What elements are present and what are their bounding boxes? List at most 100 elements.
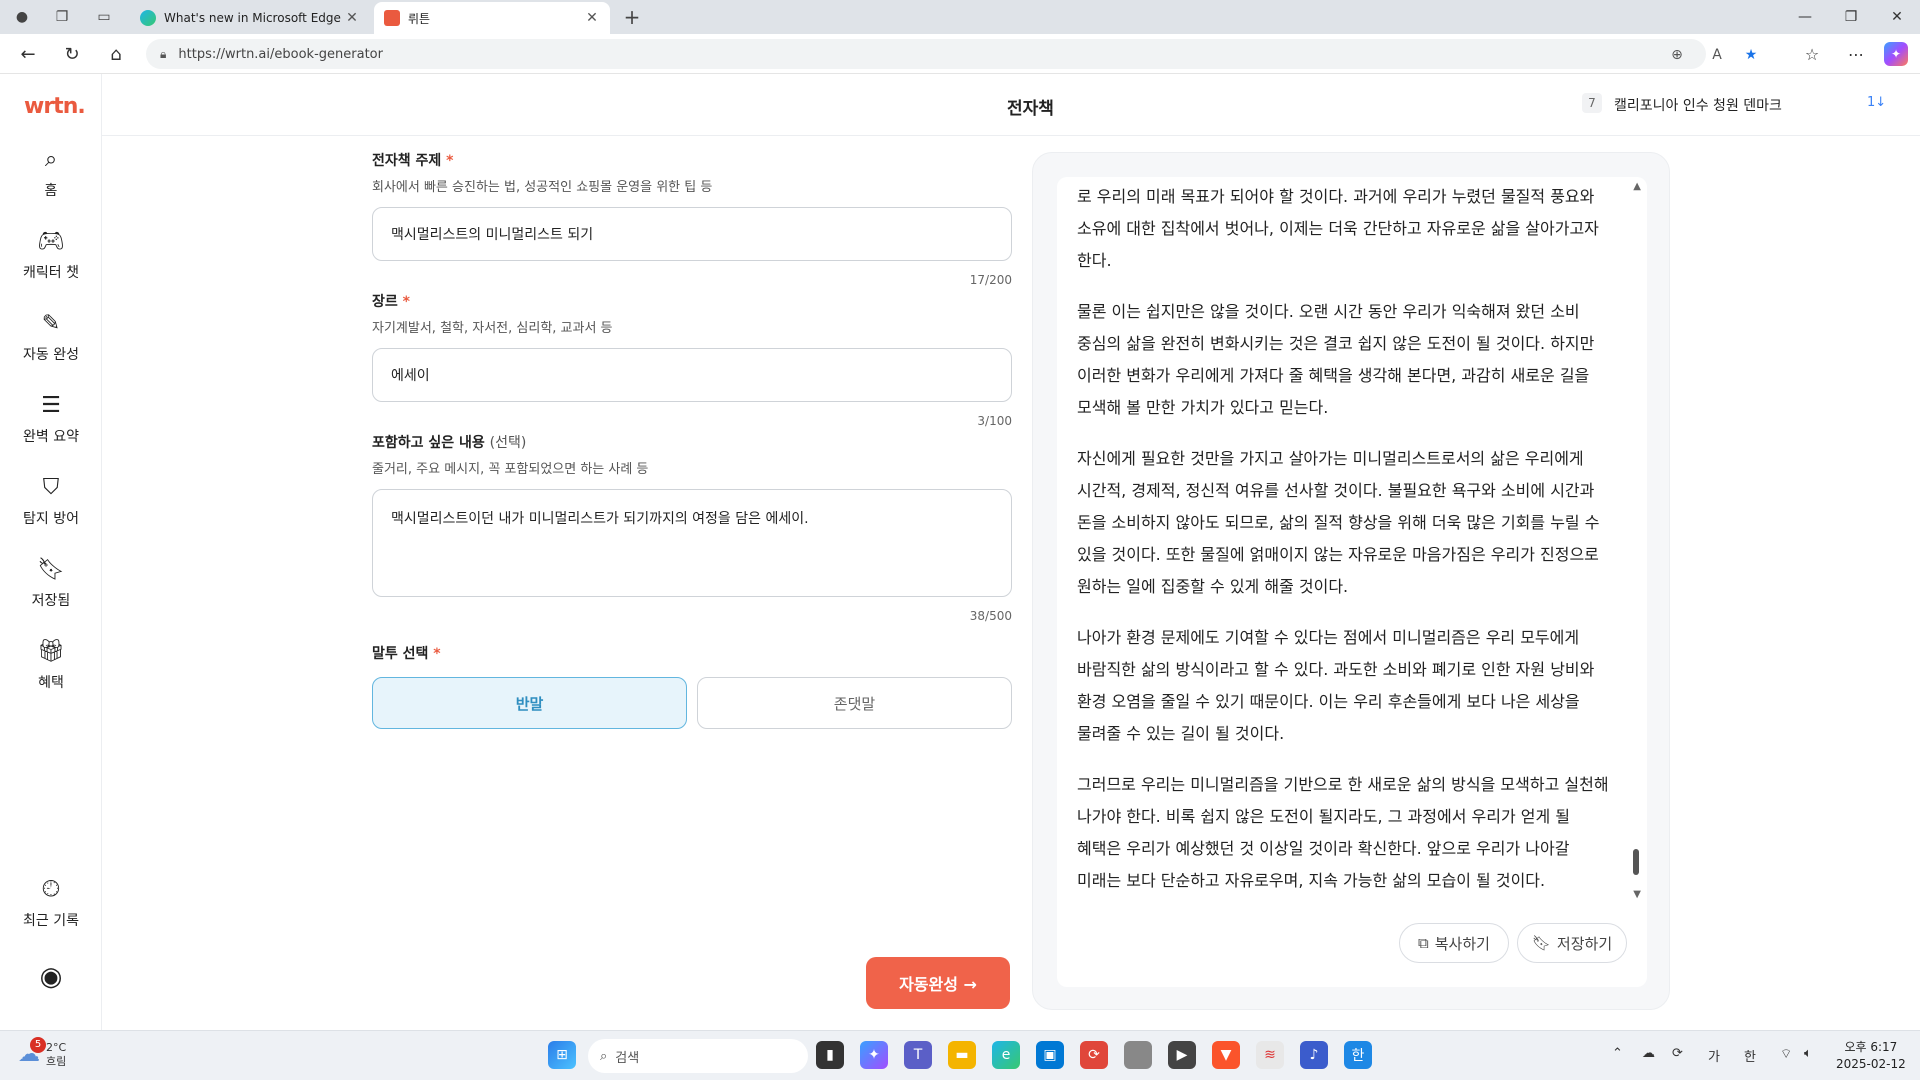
result-paragraph: 나아가 환경 문제에도 기여할 수 있다는 점에서 미니멀리즘은 우리 모두에게… bbox=[1077, 628, 1595, 743]
sidebar-item-label: 완벽 요약 bbox=[23, 429, 79, 445]
new-tab-icon[interactable]: + bbox=[620, 5, 644, 29]
home-icon[interactable]: ⌂ bbox=[104, 42, 128, 66]
bookmark-icon: 🔖︎ bbox=[1531, 934, 1551, 952]
topic-input[interactable]: 맥시멀리스트의 미니멀리스트 되기 bbox=[372, 207, 1012, 261]
profile-button[interactable]: ◉ bbox=[0, 962, 102, 1002]
copy-button[interactable]: ⧉ 복사하기 bbox=[1399, 923, 1509, 963]
app-icon[interactable] bbox=[1124, 1041, 1152, 1069]
media-app-icon[interactable]: ▶ bbox=[1168, 1041, 1196, 1069]
restore-icon[interactable]: ❐ bbox=[1828, 0, 1874, 34]
weather-temp: 2°C bbox=[46, 1041, 67, 1054]
close-icon[interactable]: ✕ bbox=[584, 10, 600, 26]
gamepad-icon: 🎮︎ bbox=[37, 228, 65, 254]
wrtn-favicon-icon bbox=[384, 10, 400, 26]
genre-input[interactable]: 에세이 bbox=[372, 348, 1012, 402]
topic-hint: 회사에서 빠른 승진하는 법, 성공적인 쇼핑몰 운영을 위한 팁 등 bbox=[372, 180, 713, 195]
copy-icon: ⧉ bbox=[1418, 934, 1429, 952]
result-paragraph: 물론 이는 쉽지만은 않을 것이다. 오랜 시간 동안 우리가 익숙해져 왔던 … bbox=[1077, 302, 1595, 417]
more-icon[interactable]: ⋯ bbox=[1844, 42, 1868, 66]
color-app-icon[interactable]: ≋ bbox=[1256, 1041, 1284, 1069]
tone-option-jondaetmal[interactable]: 존댓말 bbox=[697, 677, 1012, 729]
tray-expand-icon[interactable]: ⌃ bbox=[1612, 1046, 1623, 1061]
search-icon: ⌕ bbox=[44, 146, 58, 172]
task-view-icon[interactable]: ▮ bbox=[816, 1041, 844, 1069]
hangul-app-icon[interactable]: 한 bbox=[1344, 1041, 1372, 1069]
teams-icon[interactable]: T bbox=[904, 1041, 932, 1069]
music-app-icon[interactable]: ♪ bbox=[1300, 1041, 1328, 1069]
sidebar-item-autocomplete[interactable]: ✎ 자동 완성 bbox=[0, 308, 102, 378]
taskbar-search[interactable]: ⌕ 검색 bbox=[588, 1039, 808, 1073]
zoom-icon[interactable]: ⊕ bbox=[1666, 44, 1688, 66]
ebook-form: 전자책 주제 * 회사에서 빠른 승진하는 법, 성공적인 쇼핑몰 운영을 위한… bbox=[372, 150, 1012, 729]
result-paragraph: 그러므로 우리는 미니멀리즘을 기반으로 한 새로운 삶의 방식을 모색하고 실… bbox=[1077, 775, 1609, 890]
close-icon[interactable]: ✕ bbox=[344, 10, 360, 26]
sidebar-item-detection-defense[interactable]: ⛉ 탐지 방어 bbox=[0, 472, 102, 542]
onedrive-icon[interactable]: ☁ bbox=[1642, 1046, 1655, 1061]
favorites-icon[interactable]: ☆ bbox=[1800, 42, 1824, 66]
magic-wand-icon: ✎ bbox=[41, 310, 61, 336]
workspaces-icon[interactable]: ❐ bbox=[52, 7, 72, 27]
trending-change: 1↓ bbox=[1867, 95, 1887, 110]
gift-icon: 🎁︎ bbox=[37, 638, 65, 664]
tab-edge-whats-new[interactable]: What's new in Microsoft Edge ✕ bbox=[130, 2, 370, 34]
genre-label: 장르 * bbox=[372, 294, 410, 310]
brave-icon[interactable]: ▼ bbox=[1212, 1041, 1240, 1069]
wifi-icon[interactable]: ⌔ bbox=[1780, 1046, 1792, 1062]
sidebar-item-label: 자동 완성 bbox=[23, 347, 79, 363]
sync-icon[interactable]: ⟳ bbox=[1672, 1046, 1683, 1061]
minimize-icon[interactable]: — bbox=[1782, 0, 1828, 34]
content-label: 포함하고 싶은 내용 (선택) bbox=[372, 435, 527, 451]
browser-tab-strip: ● ❐ ▭ What's new in Microsoft Edge ✕ 뤼튼 … bbox=[0, 0, 1920, 34]
file-explorer-icon[interactable]: ▬ bbox=[948, 1041, 976, 1069]
sidebar-item-character-chat[interactable]: 🎮︎ 캐릭터 챗 bbox=[0, 226, 102, 296]
back-icon[interactable]: ← bbox=[16, 42, 40, 66]
copilot-app-icon[interactable]: ✦ bbox=[860, 1041, 888, 1069]
close-window-icon[interactable]: ✕ bbox=[1874, 0, 1920, 34]
tab-wrtn[interactable]: 뤼튼 ✕ bbox=[374, 2, 610, 34]
autocomplete-button[interactable]: 자동완성 → bbox=[866, 957, 1010, 1009]
copilot-icon[interactable]: ✦ bbox=[1884, 42, 1908, 66]
scrollbar-thumb[interactable] bbox=[1633, 849, 1639, 875]
shield-gpt-icon: ⛉ bbox=[42, 474, 60, 500]
favorite-star-icon[interactable]: ★ bbox=[1740, 44, 1762, 66]
tone-option-banmal[interactable]: 반말 bbox=[372, 677, 687, 729]
sidebar-item-summary[interactable]: ☰ 완벽 요약 bbox=[0, 390, 102, 460]
read-aloud-icon[interactable]: A bbox=[1706, 44, 1728, 66]
ime-mode[interactable]: 가 bbox=[1708, 1046, 1720, 1065]
scroll-up-arrow-icon[interactable]: ▲ bbox=[1633, 181, 1641, 192]
sidebar-item-benefits[interactable]: 🎁︎ 혜택 bbox=[0, 636, 102, 706]
store-icon[interactable]: ▣ bbox=[1036, 1041, 1064, 1069]
volume-icon[interactable]: 🔈︎ bbox=[1804, 1046, 1812, 1061]
scroll-down-arrow-icon[interactable]: ▼ bbox=[1633, 889, 1641, 900]
profile-icon[interactable]: ● bbox=[12, 7, 32, 27]
edge-icon bbox=[140, 10, 156, 26]
url-text: https://wrtn.ai/ebook-generator bbox=[178, 46, 383, 62]
genre-hint: 자기계발서, 철학, 자서전, 심리학, 교과서 등 bbox=[372, 321, 613, 336]
sidebar-item-label: 캐릭터 챗 bbox=[23, 265, 79, 281]
notification-badge: 5 bbox=[30, 1037, 46, 1053]
trending-keyword[interactable]: 캘리포니아 인수 청원 덴마크 bbox=[1614, 95, 1782, 115]
sidebar-item-recent[interactable]: 🕘︎ 최근 기록 bbox=[0, 874, 102, 944]
wrtn-logo[interactable]: wrtn. bbox=[24, 94, 86, 119]
tab-actions-icon[interactable]: ▭ bbox=[94, 7, 114, 27]
system-clock[interactable]: 오후 6:17 2025-02-12 bbox=[1836, 1039, 1906, 1073]
sidebar-item-label: 저장됨 bbox=[31, 593, 71, 609]
content-textarea[interactable]: 맥시멀리스트이던 내가 미니멀리스트가 되기까지의 여정을 담은 에세이. bbox=[372, 489, 1012, 597]
sync-app-icon[interactable]: ⟳ bbox=[1080, 1041, 1108, 1069]
address-bar[interactable]: 🔒︎ https://wrtn.ai/ebook-generator ⊕ A ★ bbox=[146, 39, 1757, 69]
clock-icon: 🕘︎ bbox=[42, 876, 60, 902]
refresh-icon[interactable]: ↻ bbox=[60, 42, 84, 66]
sidebar-item-saved[interactable]: 🔖︎ 저장됨 bbox=[0, 554, 102, 624]
sidebar-item-label: 최근 기록 bbox=[23, 913, 79, 929]
trending-rank: 7 bbox=[1582, 93, 1602, 113]
sidebar-item-label: 탐지 방어 bbox=[23, 511, 79, 527]
sidebar-item-home[interactable]: ⌕ 홈 bbox=[0, 144, 102, 214]
content-hint: 줄거리, 주요 메시지, 꼭 포함되었으면 하는 사례 등 bbox=[372, 462, 649, 477]
save-button[interactable]: 🔖︎ 저장하기 bbox=[1517, 923, 1627, 963]
app-sidebar: wrtn. ⌕ 홈 🎮︎ 캐릭터 챗 ✎ 자동 완성 ☰ 완벽 요약 ⛉ 탐지 … bbox=[0, 74, 102, 1030]
result-text: 로 우리의 미래 목표가 되어야 할 것이다. 과거에 우리가 누렸던 물질적 … bbox=[1077, 181, 1609, 895]
bookmark-icon: 🔖︎ bbox=[37, 556, 65, 582]
edge-taskbar-icon[interactable]: e bbox=[992, 1041, 1020, 1069]
ime-language[interactable]: 한 bbox=[1744, 1046, 1756, 1065]
windows-start-icon[interactable]: ⊞ bbox=[548, 1041, 576, 1069]
